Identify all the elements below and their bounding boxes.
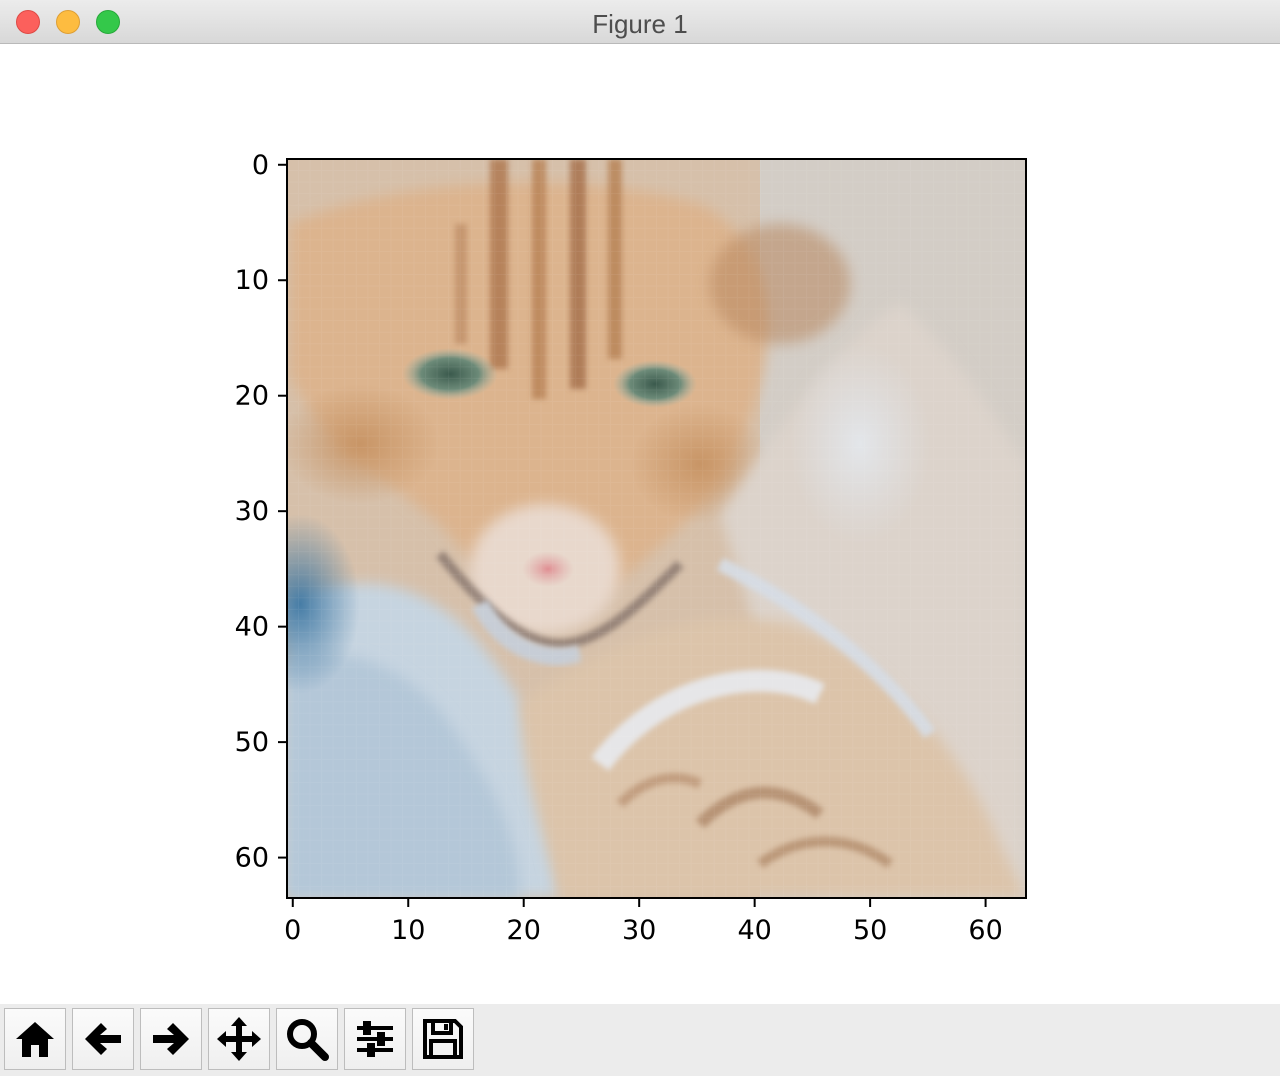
x-tick-label: 0 [284,915,301,946]
x-tick-label: 20 [507,915,541,946]
y-tick-label: 40 [235,612,269,643]
x-axis: 0 10 20 30 40 50 60 [284,898,1003,946]
title-bar: Figure 1 [0,0,1280,44]
configure-subplots-button[interactable] [344,1008,406,1070]
zoom-button[interactable] [276,1008,338,1070]
x-tick-label: 30 [622,915,656,946]
figure-window: Figure 1 0 10 20 30 40 50 60 0 10 20 30 … [0,0,1280,1076]
arrow-left-icon [85,1023,121,1055]
sliders-icon [357,1021,393,1057]
arrow-right-icon [153,1023,189,1055]
pan-button[interactable] [208,1008,270,1070]
y-tick-label: 10 [235,265,269,296]
home-icon [16,1022,54,1057]
x-tick-label: 40 [737,915,771,946]
cat-image [287,159,1026,898]
save-button[interactable] [412,1008,474,1070]
magnifier-icon [287,1019,329,1061]
y-tick-label: 20 [235,381,269,412]
y-tick-label: 50 [235,727,269,758]
y-axis: 0 10 20 30 40 50 60 [235,150,287,874]
floppy-disk-icon [423,1019,463,1059]
forward-button[interactable] [140,1008,202,1070]
window-title: Figure 1 [592,9,688,39]
back-button[interactable] [72,1008,134,1070]
y-tick-label: 0 [252,150,269,181]
home-button[interactable] [4,1008,66,1070]
y-tick-label: 60 [235,843,269,874]
navigation-toolbar [0,1004,1280,1076]
move-icon [217,1017,261,1061]
figure-canvas[interactable]: 0 10 20 30 40 50 60 0 10 20 30 40 50 60 [0,44,1280,1004]
x-tick-label: 50 [853,915,887,946]
x-tick-label: 10 [391,915,425,946]
y-tick-label: 30 [235,496,269,527]
plot-axes[interactable]: 0 10 20 30 40 50 60 0 10 20 30 40 50 60 [0,44,1280,1004]
x-tick-label: 60 [968,915,1002,946]
